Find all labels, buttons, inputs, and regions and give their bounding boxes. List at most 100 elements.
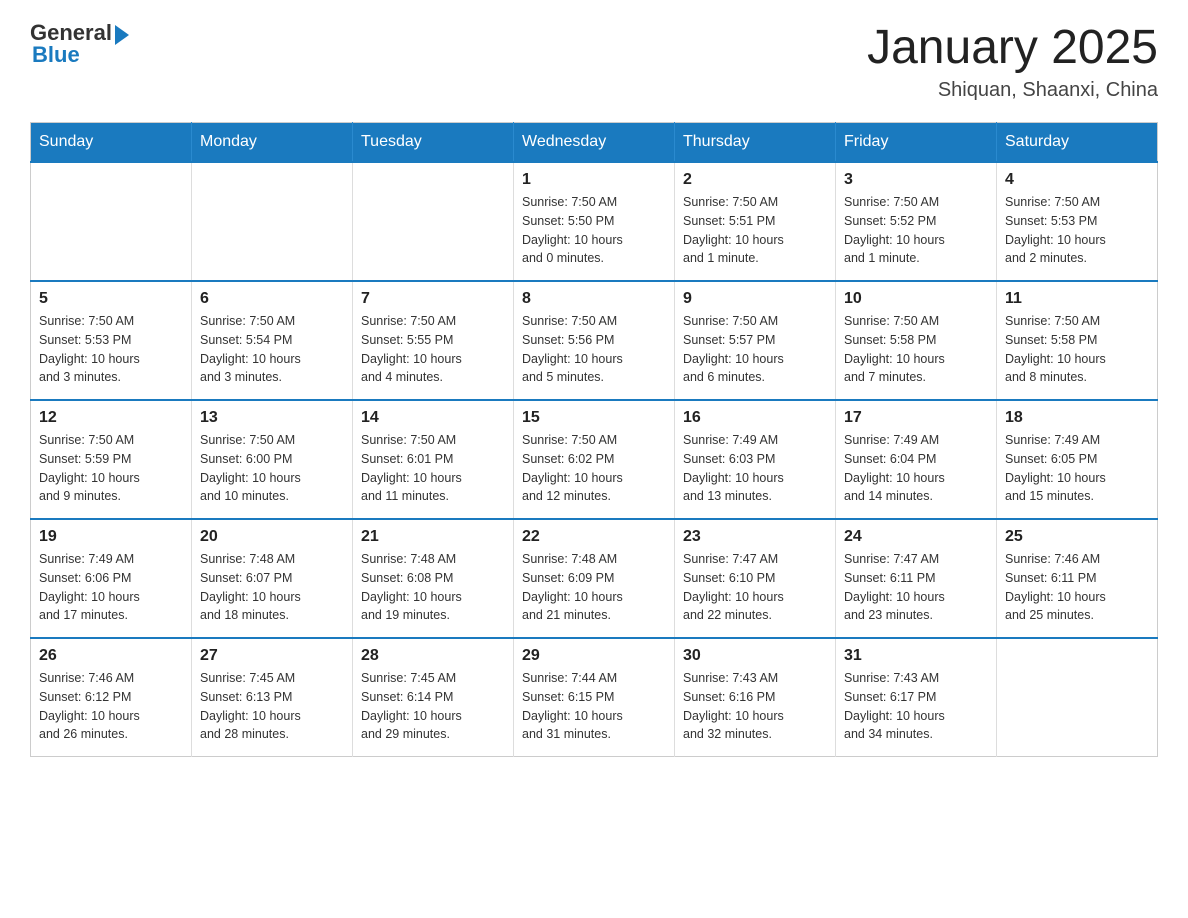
location-subtitle: Shiquan, Shaanxi, China <box>867 79 1158 102</box>
day-number: 18 <box>1005 409 1149 427</box>
day-number: 23 <box>683 528 827 546</box>
day-number: 29 <box>522 647 666 665</box>
logo-arrow-icon <box>115 25 129 45</box>
day-info: Sunrise: 7:46 AM Sunset: 6:11 PM Dayligh… <box>1005 550 1149 625</box>
calendar-day-cell: 10 Sunrise: 7:50 AM Sunset: 5:58 PM Dayli… <box>836 281 997 400</box>
calendar-day-cell: 1Sunrise: 7:50 AM Sunset: 5:50 PM Daylig… <box>514 162 675 281</box>
day-number: 11 <box>1005 290 1149 308</box>
day-number: 31 <box>844 647 988 665</box>
day-info: Sunrise: 7:50 AM Sunset: 5:53 PM Dayligh… <box>39 312 183 387</box>
calendar-day-cell: 30Sunrise: 7:43 AM Sunset: 6:16 PM Dayli… <box>675 638 836 757</box>
day-info: Sunrise: 7:44 AM Sunset: 6:15 PM Dayligh… <box>522 669 666 744</box>
calendar-day-cell: 20Sunrise: 7:48 AM Sunset: 6:07 PM Dayli… <box>192 519 353 638</box>
calendar-day-cell: 4 Sunrise: 7:50 AM Sunset: 5:53 PM Daylig… <box>997 162 1158 281</box>
logo-blue-text: Blue <box>30 42 80 68</box>
day-of-week-header: Tuesday <box>353 123 514 163</box>
day-number: 5 <box>39 290 183 308</box>
calendar-day-cell <box>997 638 1158 757</box>
calendar-day-cell: 25Sunrise: 7:46 AM Sunset: 6:11 PM Dayli… <box>997 519 1158 638</box>
day-number: 7 <box>361 290 505 308</box>
calendar-day-cell: 28Sunrise: 7:45 AM Sunset: 6:14 PM Dayli… <box>353 638 514 757</box>
day-number: 9 <box>683 290 827 308</box>
calendar-day-cell: 12Sunrise: 7:50 AM Sunset: 5:59 PM Dayli… <box>31 400 192 519</box>
day-of-week-header: Wednesday <box>514 123 675 163</box>
day-number: 14 <box>361 409 505 427</box>
day-info: Sunrise: 7:45 AM Sunset: 6:13 PM Dayligh… <box>200 669 344 744</box>
day-of-week-header: Thursday <box>675 123 836 163</box>
day-number: 19 <box>39 528 183 546</box>
calendar-day-cell: 7 Sunrise: 7:50 AM Sunset: 5:55 PM Daylig… <box>353 281 514 400</box>
day-info: Sunrise: 7:46 AM Sunset: 6:12 PM Dayligh… <box>39 669 183 744</box>
day-number: 2 <box>683 171 827 189</box>
day-info: Sunrise: 7:50 AM Sunset: 5:53 PM Dayligh… <box>1005 193 1149 268</box>
day-number: 12 <box>39 409 183 427</box>
day-number: 24 <box>844 528 988 546</box>
calendar-day-cell: 2Sunrise: 7:50 AM Sunset: 5:51 PM Daylig… <box>675 162 836 281</box>
day-info: Sunrise: 7:50 AM Sunset: 5:55 PM Dayligh… <box>361 312 505 387</box>
calendar-day-cell <box>353 162 514 281</box>
day-info: Sunrise: 7:50 AM Sunset: 6:00 PM Dayligh… <box>200 431 344 506</box>
day-info: Sunrise: 7:50 AM Sunset: 5:57 PM Dayligh… <box>683 312 827 387</box>
day-of-week-header: Sunday <box>31 123 192 163</box>
calendar-day-cell: 18 Sunrise: 7:49 AM Sunset: 6:05 PM Dayli… <box>997 400 1158 519</box>
calendar-day-cell: 24 Sunrise: 7:47 AM Sunset: 6:11 PM Dayli… <box>836 519 997 638</box>
day-info: Sunrise: 7:47 AM Sunset: 6:10 PM Dayligh… <box>683 550 827 625</box>
day-number: 26 <box>39 647 183 665</box>
day-number: 17 <box>844 409 988 427</box>
day-info: Sunrise: 7:48 AM Sunset: 6:08 PM Dayligh… <box>361 550 505 625</box>
page-header: General Blue January 2025 Shiquan, Shaan… <box>30 20 1158 102</box>
calendar-day-cell: 3 Sunrise: 7:50 AM Sunset: 5:52 PM Daylig… <box>836 162 997 281</box>
calendar-day-cell: 31 Sunrise: 7:43 AM Sunset: 6:17 PM Dayli… <box>836 638 997 757</box>
day-info: Sunrise: 7:43 AM Sunset: 6:17 PM Dayligh… <box>844 669 988 744</box>
day-info: Sunrise: 7:50 AM Sunset: 6:01 PM Dayligh… <box>361 431 505 506</box>
calendar-header-row: SundayMondayTuesdayWednesdayThursdayFrid… <box>31 123 1158 163</box>
calendar-day-cell: 26 Sunrise: 7:46 AM Sunset: 6:12 PM Dayli… <box>31 638 192 757</box>
day-number: 8 <box>522 290 666 308</box>
calendar-table: SundayMondayTuesdayWednesdayThursdayFrid… <box>30 122 1158 757</box>
calendar-day-cell: 11 Sunrise: 7:50 AM Sunset: 5:58 PM Dayli… <box>997 281 1158 400</box>
calendar-day-cell: 23 Sunrise: 7:47 AM Sunset: 6:10 PM Dayli… <box>675 519 836 638</box>
day-number: 4 <box>1005 171 1149 189</box>
title-section: January 2025 Shiquan, Shaanxi, China <box>867 20 1158 102</box>
calendar-day-cell: 29 Sunrise: 7:44 AM Sunset: 6:15 PM Dayli… <box>514 638 675 757</box>
day-of-week-header: Friday <box>836 123 997 163</box>
calendar-week-row: 5 Sunrise: 7:50 AM Sunset: 5:53 PM Daylig… <box>31 281 1158 400</box>
calendar-day-cell: 13 Sunrise: 7:50 AM Sunset: 6:00 PM Dayli… <box>192 400 353 519</box>
day-number: 13 <box>200 409 344 427</box>
day-number: 10 <box>844 290 988 308</box>
day-info: Sunrise: 7:43 AM Sunset: 6:16 PM Dayligh… <box>683 669 827 744</box>
calendar-day-cell: 9 Sunrise: 7:50 AM Sunset: 5:57 PM Daylig… <box>675 281 836 400</box>
day-info: Sunrise: 7:50 AM Sunset: 5:58 PM Dayligh… <box>1005 312 1149 387</box>
calendar-day-cell <box>31 162 192 281</box>
calendar-day-cell: 17 Sunrise: 7:49 AM Sunset: 6:04 PM Dayli… <box>836 400 997 519</box>
day-info: Sunrise: 7:48 AM Sunset: 6:09 PM Dayligh… <box>522 550 666 625</box>
calendar-week-row: 12Sunrise: 7:50 AM Sunset: 5:59 PM Dayli… <box>31 400 1158 519</box>
day-number: 21 <box>361 528 505 546</box>
day-info: Sunrise: 7:49 AM Sunset: 6:05 PM Dayligh… <box>1005 431 1149 506</box>
calendar-week-row: 1Sunrise: 7:50 AM Sunset: 5:50 PM Daylig… <box>31 162 1158 281</box>
day-info: Sunrise: 7:47 AM Sunset: 6:11 PM Dayligh… <box>844 550 988 625</box>
day-info: Sunrise: 7:49 AM Sunset: 6:04 PM Dayligh… <box>844 431 988 506</box>
calendar-day-cell: 8Sunrise: 7:50 AM Sunset: 5:56 PM Daylig… <box>514 281 675 400</box>
day-number: 20 <box>200 528 344 546</box>
calendar-day-cell: 15 Sunrise: 7:50 AM Sunset: 6:02 PM Dayli… <box>514 400 675 519</box>
logo: General Blue <box>30 20 129 68</box>
day-of-week-header: Saturday <box>997 123 1158 163</box>
calendar-day-cell <box>192 162 353 281</box>
day-info: Sunrise: 7:50 AM Sunset: 5:58 PM Dayligh… <box>844 312 988 387</box>
day-info: Sunrise: 7:50 AM Sunset: 5:54 PM Dayligh… <box>200 312 344 387</box>
day-number: 15 <box>522 409 666 427</box>
day-info: Sunrise: 7:50 AM Sunset: 6:02 PM Dayligh… <box>522 431 666 506</box>
day-of-week-header: Monday <box>192 123 353 163</box>
day-info: Sunrise: 7:49 AM Sunset: 6:06 PM Dayligh… <box>39 550 183 625</box>
day-info: Sunrise: 7:50 AM Sunset: 5:52 PM Dayligh… <box>844 193 988 268</box>
calendar-week-row: 26 Sunrise: 7:46 AM Sunset: 6:12 PM Dayli… <box>31 638 1158 757</box>
day-number: 16 <box>683 409 827 427</box>
calendar-day-cell: 21 Sunrise: 7:48 AM Sunset: 6:08 PM Dayli… <box>353 519 514 638</box>
calendar-day-cell: 14 Sunrise: 7:50 AM Sunset: 6:01 PM Dayli… <box>353 400 514 519</box>
day-number: 6 <box>200 290 344 308</box>
day-number: 3 <box>844 171 988 189</box>
calendar-week-row: 19 Sunrise: 7:49 AM Sunset: 6:06 PM Dayli… <box>31 519 1158 638</box>
calendar-day-cell: 19 Sunrise: 7:49 AM Sunset: 6:06 PM Dayli… <box>31 519 192 638</box>
calendar-day-cell: 6 Sunrise: 7:50 AM Sunset: 5:54 PM Daylig… <box>192 281 353 400</box>
